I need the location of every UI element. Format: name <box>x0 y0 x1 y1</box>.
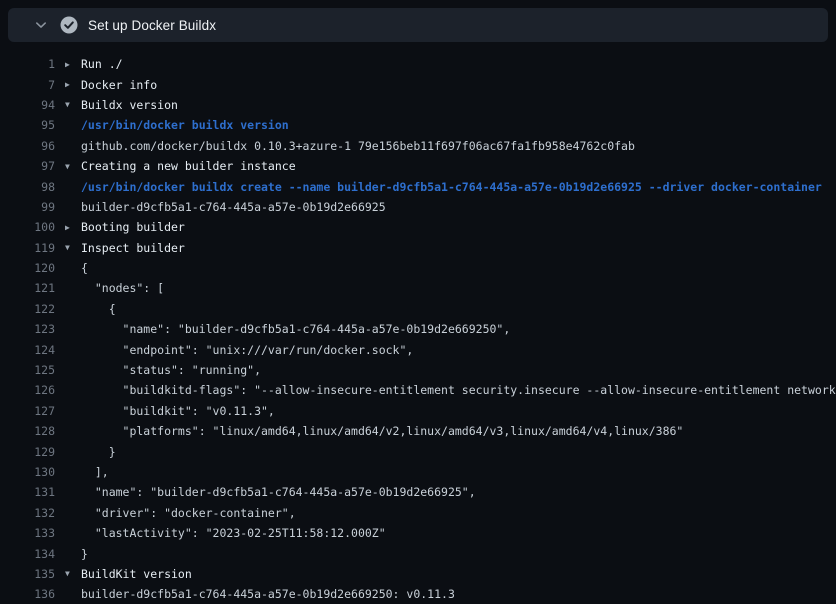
command-text: /usr/bin/docker buildx create --name bui… <box>81 180 822 194</box>
log-line: 132 "driver": "docker-container", <box>0 503 836 523</box>
line-number[interactable]: 99 <box>0 200 55 214</box>
log-line: 123 "name": "builder-d9cfb5a1-c764-445a-… <box>0 319 836 339</box>
line-number[interactable]: 100 <box>0 220 55 234</box>
log-line: 122 { <box>0 299 836 319</box>
line-number[interactable]: 95 <box>0 118 55 132</box>
line-number[interactable]: 129 <box>0 445 55 459</box>
group-title: BuildKit version <box>81 567 192 581</box>
output-text: "endpoint": "unix:///var/run/docker.sock… <box>81 343 413 357</box>
line-number[interactable]: 7 <box>0 78 55 92</box>
line-number[interactable]: 131 <box>0 485 55 499</box>
output-text: "lastActivity": "2023-02-25T11:58:12.000… <box>81 526 386 540</box>
line-number[interactable]: 132 <box>0 506 55 520</box>
line-number[interactable]: 119 <box>0 241 55 255</box>
group-title: Creating a new builder instance <box>81 159 296 173</box>
log-line: 129 } <box>0 441 836 461</box>
group-title: Booting builder <box>81 220 185 234</box>
command-text: /usr/bin/docker buildx version <box>81 118 289 132</box>
log-line: 133 "lastActivity": "2023-02-25T11:58:12… <box>0 523 836 543</box>
log-line: 124 "endpoint": "unix:///var/run/docker.… <box>0 339 836 359</box>
group-collapse-marker-icon[interactable]: ▼ <box>65 569 81 578</box>
log-line: 125 "status": "running", <box>0 360 836 380</box>
log-line: 134} <box>0 543 836 563</box>
line-number[interactable]: 121 <box>0 281 55 295</box>
group-title: Docker info <box>81 78 157 92</box>
log-group-line[interactable]: 135 ▼BuildKit version <box>0 564 836 584</box>
log-line: 98/usr/bin/docker buildx create --name b… <box>0 176 836 196</box>
line-number[interactable]: 98 <box>0 180 55 194</box>
group-expand-marker-icon[interactable]: ▶ <box>65 80 81 89</box>
log-group-line[interactable]: 1 ▶Run ./ <box>0 54 836 74</box>
group-expand-marker-icon[interactable]: ▶ <box>65 223 81 232</box>
group-title: Buildx version <box>81 98 178 112</box>
step-title: Set up Docker Buildx <box>88 18 216 33</box>
line-number[interactable]: 126 <box>0 383 55 397</box>
log-line: 121 "nodes": [ <box>0 278 836 298</box>
group-collapse-marker-icon[interactable]: ▼ <box>65 162 81 171</box>
group-collapse-marker-icon[interactable]: ▼ <box>65 243 81 252</box>
output-text: { <box>81 302 116 316</box>
output-text: "status": "running", <box>81 363 261 377</box>
output-text: github.com/docker/buildx 0.10.3+azure-1 … <box>81 139 635 153</box>
log-group-line[interactable]: 7 ▶Docker info <box>0 74 836 94</box>
line-number[interactable]: 97 <box>0 159 55 173</box>
line-number[interactable]: 120 <box>0 261 55 275</box>
group-expand-marker-icon[interactable]: ▶ <box>65 60 81 69</box>
log-group-line[interactable]: 119 ▼Inspect builder <box>0 238 836 258</box>
line-number[interactable]: 125 <box>0 363 55 377</box>
log-line: 95/usr/bin/docker buildx version <box>0 115 836 135</box>
line-number[interactable]: 94 <box>0 98 55 112</box>
group-title: Inspect builder <box>81 241 185 255</box>
log-line: 127 "buildkit": "v0.11.3", <box>0 401 836 421</box>
output-text: } <box>81 445 116 459</box>
line-number[interactable]: 133 <box>0 526 55 540</box>
line-number[interactable]: 124 <box>0 343 55 357</box>
output-text: ], <box>81 465 109 479</box>
log-area: 1▶Run ./7▶Docker info94▼Buildx version95… <box>0 54 836 604</box>
line-number[interactable]: 134 <box>0 547 55 561</box>
output-text: "platforms": "linux/amd64,linux/amd64/v2… <box>81 424 683 438</box>
log-line: 120 { <box>0 258 836 278</box>
log-group-line[interactable]: 94 ▼Buildx version <box>0 95 836 115</box>
group-collapse-marker-icon[interactable]: ▼ <box>65 100 81 109</box>
line-number[interactable]: 136 <box>0 587 55 601</box>
output-text: "name": "builder-d9cfb5a1-c764-445a-a57e… <box>81 322 510 336</box>
output-text: builder-d9cfb5a1-c764-445a-a57e-0b19d2e6… <box>81 200 386 214</box>
log-line: 99 builder-d9cfb5a1-c764-445a-a57e-0b19d2… <box>0 197 836 217</box>
line-number[interactable]: 128 <box>0 424 55 438</box>
output-text: "name": "builder-d9cfb5a1-c764-445a-a57e… <box>81 485 476 499</box>
line-number[interactable]: 135 <box>0 567 55 581</box>
output-text: "buildkit": "v0.11.3", <box>81 404 275 418</box>
line-number[interactable]: 96 <box>0 139 55 153</box>
line-number[interactable]: 130 <box>0 465 55 479</box>
log-line: 136 builder-d9cfb5a1-c764-445a-a57e-0b19d… <box>0 584 836 604</box>
log-line: 96 github.com/docker/buildx 0.10.3+azure-… <box>0 136 836 156</box>
output-text: builder-d9cfb5a1-c764-445a-a57e-0b19d2e6… <box>81 587 455 601</box>
output-text: "buildkitd-flags": "--allow-insecure-ent… <box>81 383 836 397</box>
output-text: "nodes": [ <box>81 281 164 295</box>
log-group-line[interactable]: 100 ▶Booting builder <box>0 217 836 237</box>
line-number[interactable]: 122 <box>0 302 55 316</box>
output-text: "driver": "docker-container", <box>81 506 296 520</box>
log-line: 128 "platforms": "linux/amd64,linux/amd6… <box>0 421 836 441</box>
line-number[interactable]: 1 <box>0 57 55 71</box>
output-text: } <box>81 547 88 561</box>
log-line: 130 ], <box>0 462 836 482</box>
log-line: 131 "name": "builder-d9cfb5a1-c764-445a-… <box>0 482 836 502</box>
line-number[interactable]: 127 <box>0 404 55 418</box>
group-title: Run ./ <box>81 57 123 71</box>
check-circle-icon <box>60 16 78 34</box>
log-line: 126 "buildkitd-flags": "--allow-insecure… <box>0 380 836 400</box>
line-number[interactable]: 123 <box>0 322 55 336</box>
step-header[interactable]: Set up Docker Buildx <box>8 8 828 42</box>
output-text: { <box>81 261 88 275</box>
log-group-line[interactable]: 97 ▼Creating a new builder instance <box>0 156 836 176</box>
chevron-down-icon <box>34 18 48 32</box>
